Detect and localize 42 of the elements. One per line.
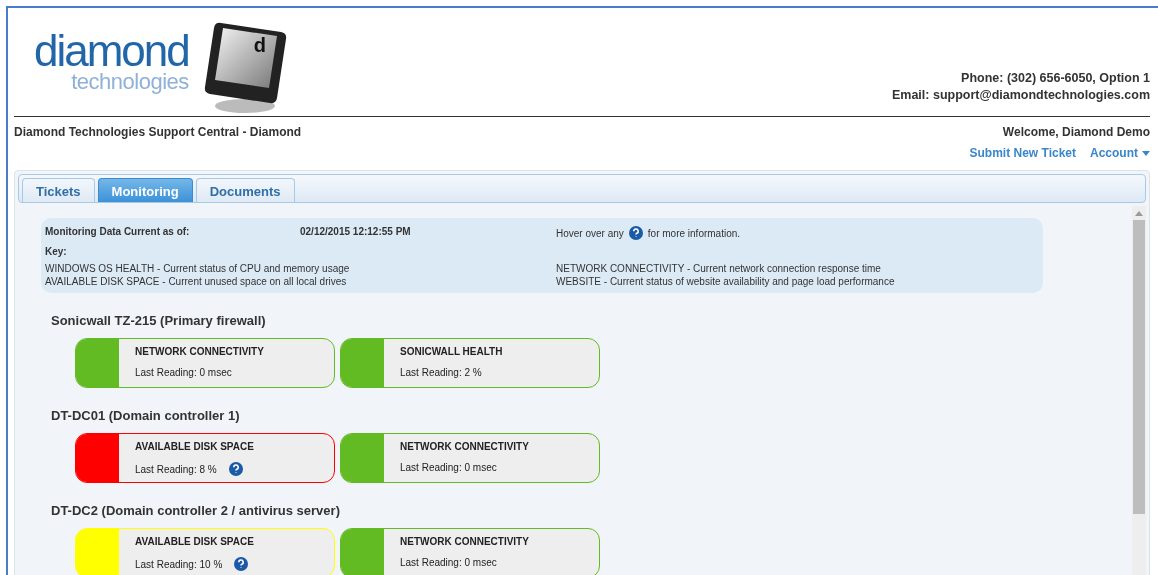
- logo-key-letter: d: [253, 34, 266, 57]
- data-current-value: 02/12/2015 12:12:55 PM: [300, 226, 412, 239]
- nav-link[interactable]: Submit New Ticket: [969, 146, 1076, 160]
- hover-hint-text: Hover over any: [556, 227, 624, 239]
- scroll-thumb[interactable]: [1133, 220, 1145, 514]
- welcome-text: Welcome, Diamond Demo: [1002, 125, 1150, 139]
- reading-text: Last Reading: 0 msec: [400, 557, 497, 568]
- monitor-title: AVAILABLE DISK SPACE: [135, 441, 254, 452]
- help-icon[interactable]: [228, 462, 243, 476]
- email-text: Email: support@diamondtechnologies.com: [891, 87, 1150, 104]
- monitor-title: NETWORK CONNECTIVITY: [400, 536, 529, 547]
- help-icon[interactable]: [234, 557, 249, 571]
- hover-hint-text: for more information.: [647, 227, 741, 239]
- scrollbar[interactable]: [1132, 206, 1146, 575]
- key-item: NETWORK CONNECTIVITY - Current network connection response time: [556, 263, 882, 274]
- keycap-logo-icon: [202, 20, 287, 116]
- reading-text: Last Reading: 10 %: [135, 558, 223, 570]
- monitor-title: AVAILABLE DISK SPACE: [135, 536, 254, 547]
- logo-wordmark: diamond: [34, 32, 189, 70]
- data-current-label: Monitoring Data Current as of:: [45, 226, 191, 239]
- reading-text: Last Reading: 2 %: [400, 367, 482, 378]
- logo-subtitle: technologies: [71, 70, 189, 94]
- device-heading: DT-DC01 (Domain controller 1): [51, 408, 241, 423]
- monitor-title: SONICWALL HEALTH: [400, 346, 503, 357]
- tab[interactable]: Monitoring: [97, 178, 193, 202]
- tab[interactable]: Tickets: [22, 178, 95, 202]
- key-item: WINDOWS OS HEALTH - Current status of CPU and memory usage: [45, 263, 351, 274]
- help-icon[interactable]: [628, 226, 643, 240]
- phone-text: Phone: (302) 656-6050, Option 1: [961, 70, 1150, 87]
- device-heading: Sonicwall TZ-215 (Primary firewall): [51, 313, 267, 328]
- nav-link[interactable]: Account: [1090, 146, 1150, 160]
- monitor-title: NETWORK CONNECTIVITY: [400, 441, 529, 452]
- reading-text: Last Reading: 0 msec: [400, 462, 497, 473]
- monitor-title: NETWORK CONNECTIVITY: [135, 346, 264, 357]
- key-item: AVAILABLE DISK SPACE - Current unused space on all local drives: [45, 276, 348, 287]
- key-label: Key:: [45, 246, 68, 257]
- reading-text: Last Reading: 0 msec: [135, 367, 232, 378]
- site-title: Diamond Technologies Support Central - Diamond: [14, 125, 302, 139]
- tab[interactable]: Documents: [195, 178, 295, 202]
- key-item: WEBSITE - Current status of website availability and page load performance: [556, 276, 896, 287]
- device-heading: DT-DC2 (Domain controller 2 / antivirus server): [51, 503, 341, 518]
- reading-text: Last Reading: 8 %: [135, 463, 217, 475]
